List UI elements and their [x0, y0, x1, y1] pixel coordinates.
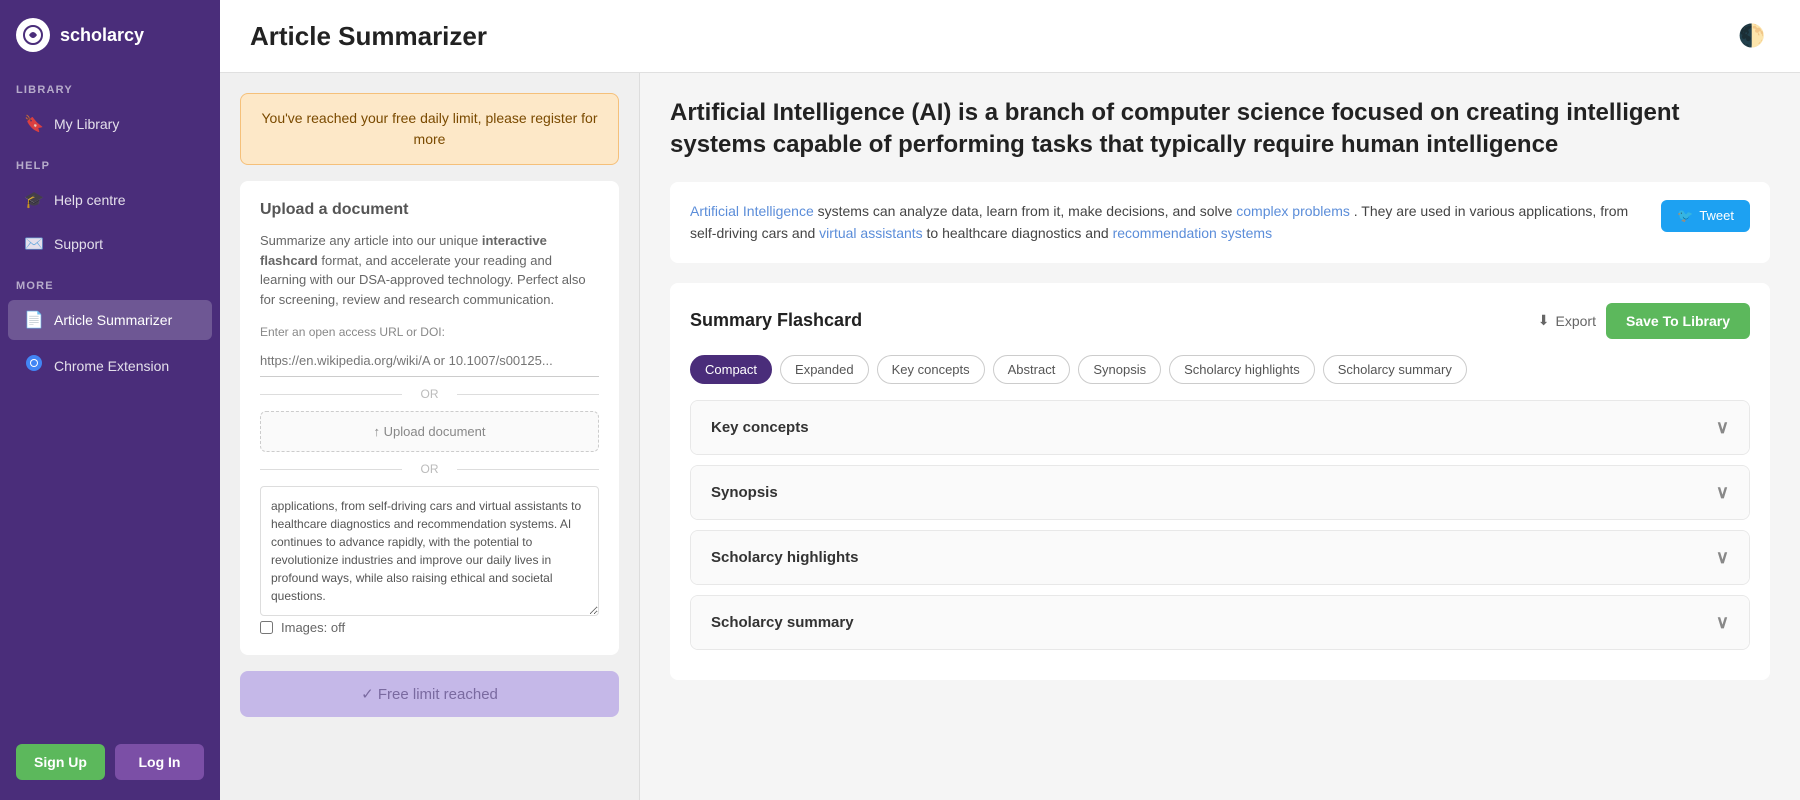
main-content: Article Summarizer 🌓 You've reached your… [220, 0, 1800, 800]
sidebar-item-support[interactable]: ✉️ Support [8, 224, 212, 264]
chevron-down-icon: ∨ [1716, 612, 1729, 633]
sidebar-item-label: Article Summarizer [54, 312, 172, 328]
download-icon: ⬇ [1538, 312, 1550, 329]
tab-compact[interactable]: Compact [690, 355, 772, 384]
url-input[interactable] [260, 345, 599, 377]
save-to-library-button[interactable]: Save To Library [1606, 303, 1750, 339]
flashcard-title: Summary Flashcard [690, 310, 862, 331]
sidebar-item-label: Chrome Extension [54, 358, 169, 374]
sidebar-item-label: My Library [54, 116, 119, 132]
tab-synopsis[interactable]: Synopsis [1078, 355, 1161, 384]
accordion-scholarcy-summary-label: Scholarcy summary [711, 614, 854, 631]
accordion-key-concepts: Key concepts ∨ [690, 400, 1750, 455]
login-button[interactable]: Log In [115, 744, 204, 780]
sidebar: scholarcy LIBRARY 🔖 My Library HELP 🎓 He… [0, 0, 220, 800]
upload-description: Summarize any article into our unique in… [260, 231, 599, 309]
paste-area[interactable]: applications, from self-driving cars and… [260, 486, 599, 616]
accordion-scholarcy-highlights-header[interactable]: Scholarcy highlights ∨ [691, 531, 1749, 584]
main-body: You've reached your free daily limit, pl… [220, 73, 1800, 800]
summary-text-3: to healthcare diagnostics and [927, 225, 1113, 241]
flashcard-section: Summary Flashcard ⬇ Export Save To Libra… [670, 283, 1770, 680]
library-section-label: LIBRARY [0, 70, 220, 102]
document-icon: 📄 [24, 310, 44, 330]
summary-box: Artificial Intelligence systems can anal… [670, 182, 1770, 263]
accordion-scholarcy-summary: Scholarcy summary ∨ [690, 595, 1750, 650]
virtual-assistants-link[interactable]: virtual assistants [819, 225, 922, 241]
logo-text: scholarcy [60, 25, 144, 46]
chrome-icon [24, 354, 44, 377]
upload-document-button[interactable]: ↑ Upload document [260, 411, 599, 452]
free-limit-button: ✓ Free limit reached [240, 671, 619, 717]
accordion-synopsis-header[interactable]: Synopsis ∨ [691, 466, 1749, 519]
accordion-synopsis-label: Synopsis [711, 484, 778, 501]
bookmark-icon: 🔖 [24, 114, 44, 134]
summary-text-1: systems can analyze data, learn from it,… [818, 203, 1237, 219]
tab-scholarcy-summary[interactable]: Scholarcy summary [1323, 355, 1467, 384]
upload-section: Upload a document Summarize any article … [240, 181, 619, 655]
sidebar-item-label: Help centre [54, 192, 126, 208]
accordion-key-concepts-label: Key concepts [711, 419, 809, 436]
tweet-label: Tweet [1699, 208, 1734, 223]
accordion-scholarcy-summary-header[interactable]: Scholarcy summary ∨ [691, 596, 1749, 649]
images-label: Images: off [281, 620, 345, 635]
accordion-key-concepts-header[interactable]: Key concepts ∨ [691, 401, 1749, 454]
accordion-scholarcy-highlights-label: Scholarcy highlights [711, 549, 859, 566]
chevron-down-icon: ∨ [1716, 547, 1729, 568]
theme-icon: 🌓 [1738, 23, 1765, 49]
twitter-bird-icon: 🐦 [1677, 208, 1693, 224]
tweet-button[interactable]: 🐦 Tweet [1661, 200, 1750, 232]
url-label: Enter an open access URL or DOI: [260, 325, 599, 339]
more-section-label: MORE [0, 266, 220, 298]
sidebar-item-help-centre[interactable]: 🎓 Help centre [8, 180, 212, 220]
signup-button[interactable]: Sign Up [16, 744, 105, 780]
accordion-synopsis: Synopsis ∨ [690, 465, 1750, 520]
chevron-down-icon: ∨ [1716, 482, 1729, 503]
main-header: Article Summarizer 🌓 [220, 0, 1800, 73]
page-title: Article Summarizer [250, 21, 487, 52]
sidebar-auth-buttons: Sign Up Log In [0, 744, 220, 780]
export-button[interactable]: ⬇ Export [1538, 312, 1596, 329]
upload-title: Upload a document [260, 201, 599, 219]
ai-link[interactable]: Artificial Intelligence [690, 203, 814, 219]
left-panel: You've reached your free daily limit, pl… [220, 73, 640, 800]
tab-expanded[interactable]: Expanded [780, 355, 869, 384]
help-section-label: HELP [0, 146, 220, 178]
images-checkbox-row: Images: off [260, 620, 599, 635]
right-panel: Artificial Intelligence (AI) is a branch… [640, 73, 1800, 800]
free-limit-label: ✓ Free limit reached [361, 685, 498, 703]
complex-problems-link[interactable]: complex problems [1236, 203, 1350, 219]
sidebar-item-chrome-extension[interactable]: Chrome Extension [8, 344, 212, 387]
alert-banner: You've reached your free daily limit, pl… [240, 93, 619, 165]
sidebar-item-article-summarizer[interactable]: 📄 Article Summarizer [8, 300, 212, 340]
flashcard-header: Summary Flashcard ⬇ Export Save To Libra… [690, 303, 1750, 339]
recommendation-systems-link[interactable]: recommendation systems [1113, 225, 1273, 241]
tab-scholarcy-highlights[interactable]: Scholarcy highlights [1169, 355, 1315, 384]
app-logo: scholarcy [0, 0, 220, 70]
tab-abstract[interactable]: Abstract [993, 355, 1071, 384]
images-checkbox[interactable] [260, 621, 273, 634]
accordion-scholarcy-highlights: Scholarcy highlights ∨ [690, 530, 1750, 585]
chevron-down-icon: ∨ [1716, 417, 1729, 438]
theme-toggle-button[interactable]: 🌓 [1734, 18, 1770, 54]
or-divider-1: OR [260, 387, 599, 401]
tabs-row: Compact Expanded Key concepts Abstract S… [690, 355, 1750, 384]
sidebar-item-my-library[interactable]: 🔖 My Library [8, 104, 212, 144]
tab-key-concepts[interactable]: Key concepts [877, 355, 985, 384]
logo-icon [16, 18, 50, 52]
or-divider-2: OR [260, 462, 599, 476]
graduation-icon: 🎓 [24, 190, 44, 210]
article-title: Artificial Intelligence (AI) is a branch… [670, 97, 1770, 162]
mail-icon: ✉️ [24, 234, 44, 254]
flashcard-actions: ⬇ Export Save To Library [1538, 303, 1750, 339]
summary-text: Artificial Intelligence systems can anal… [690, 200, 1645, 245]
export-label: Export [1556, 313, 1596, 329]
sidebar-item-label: Support [54, 236, 103, 252]
